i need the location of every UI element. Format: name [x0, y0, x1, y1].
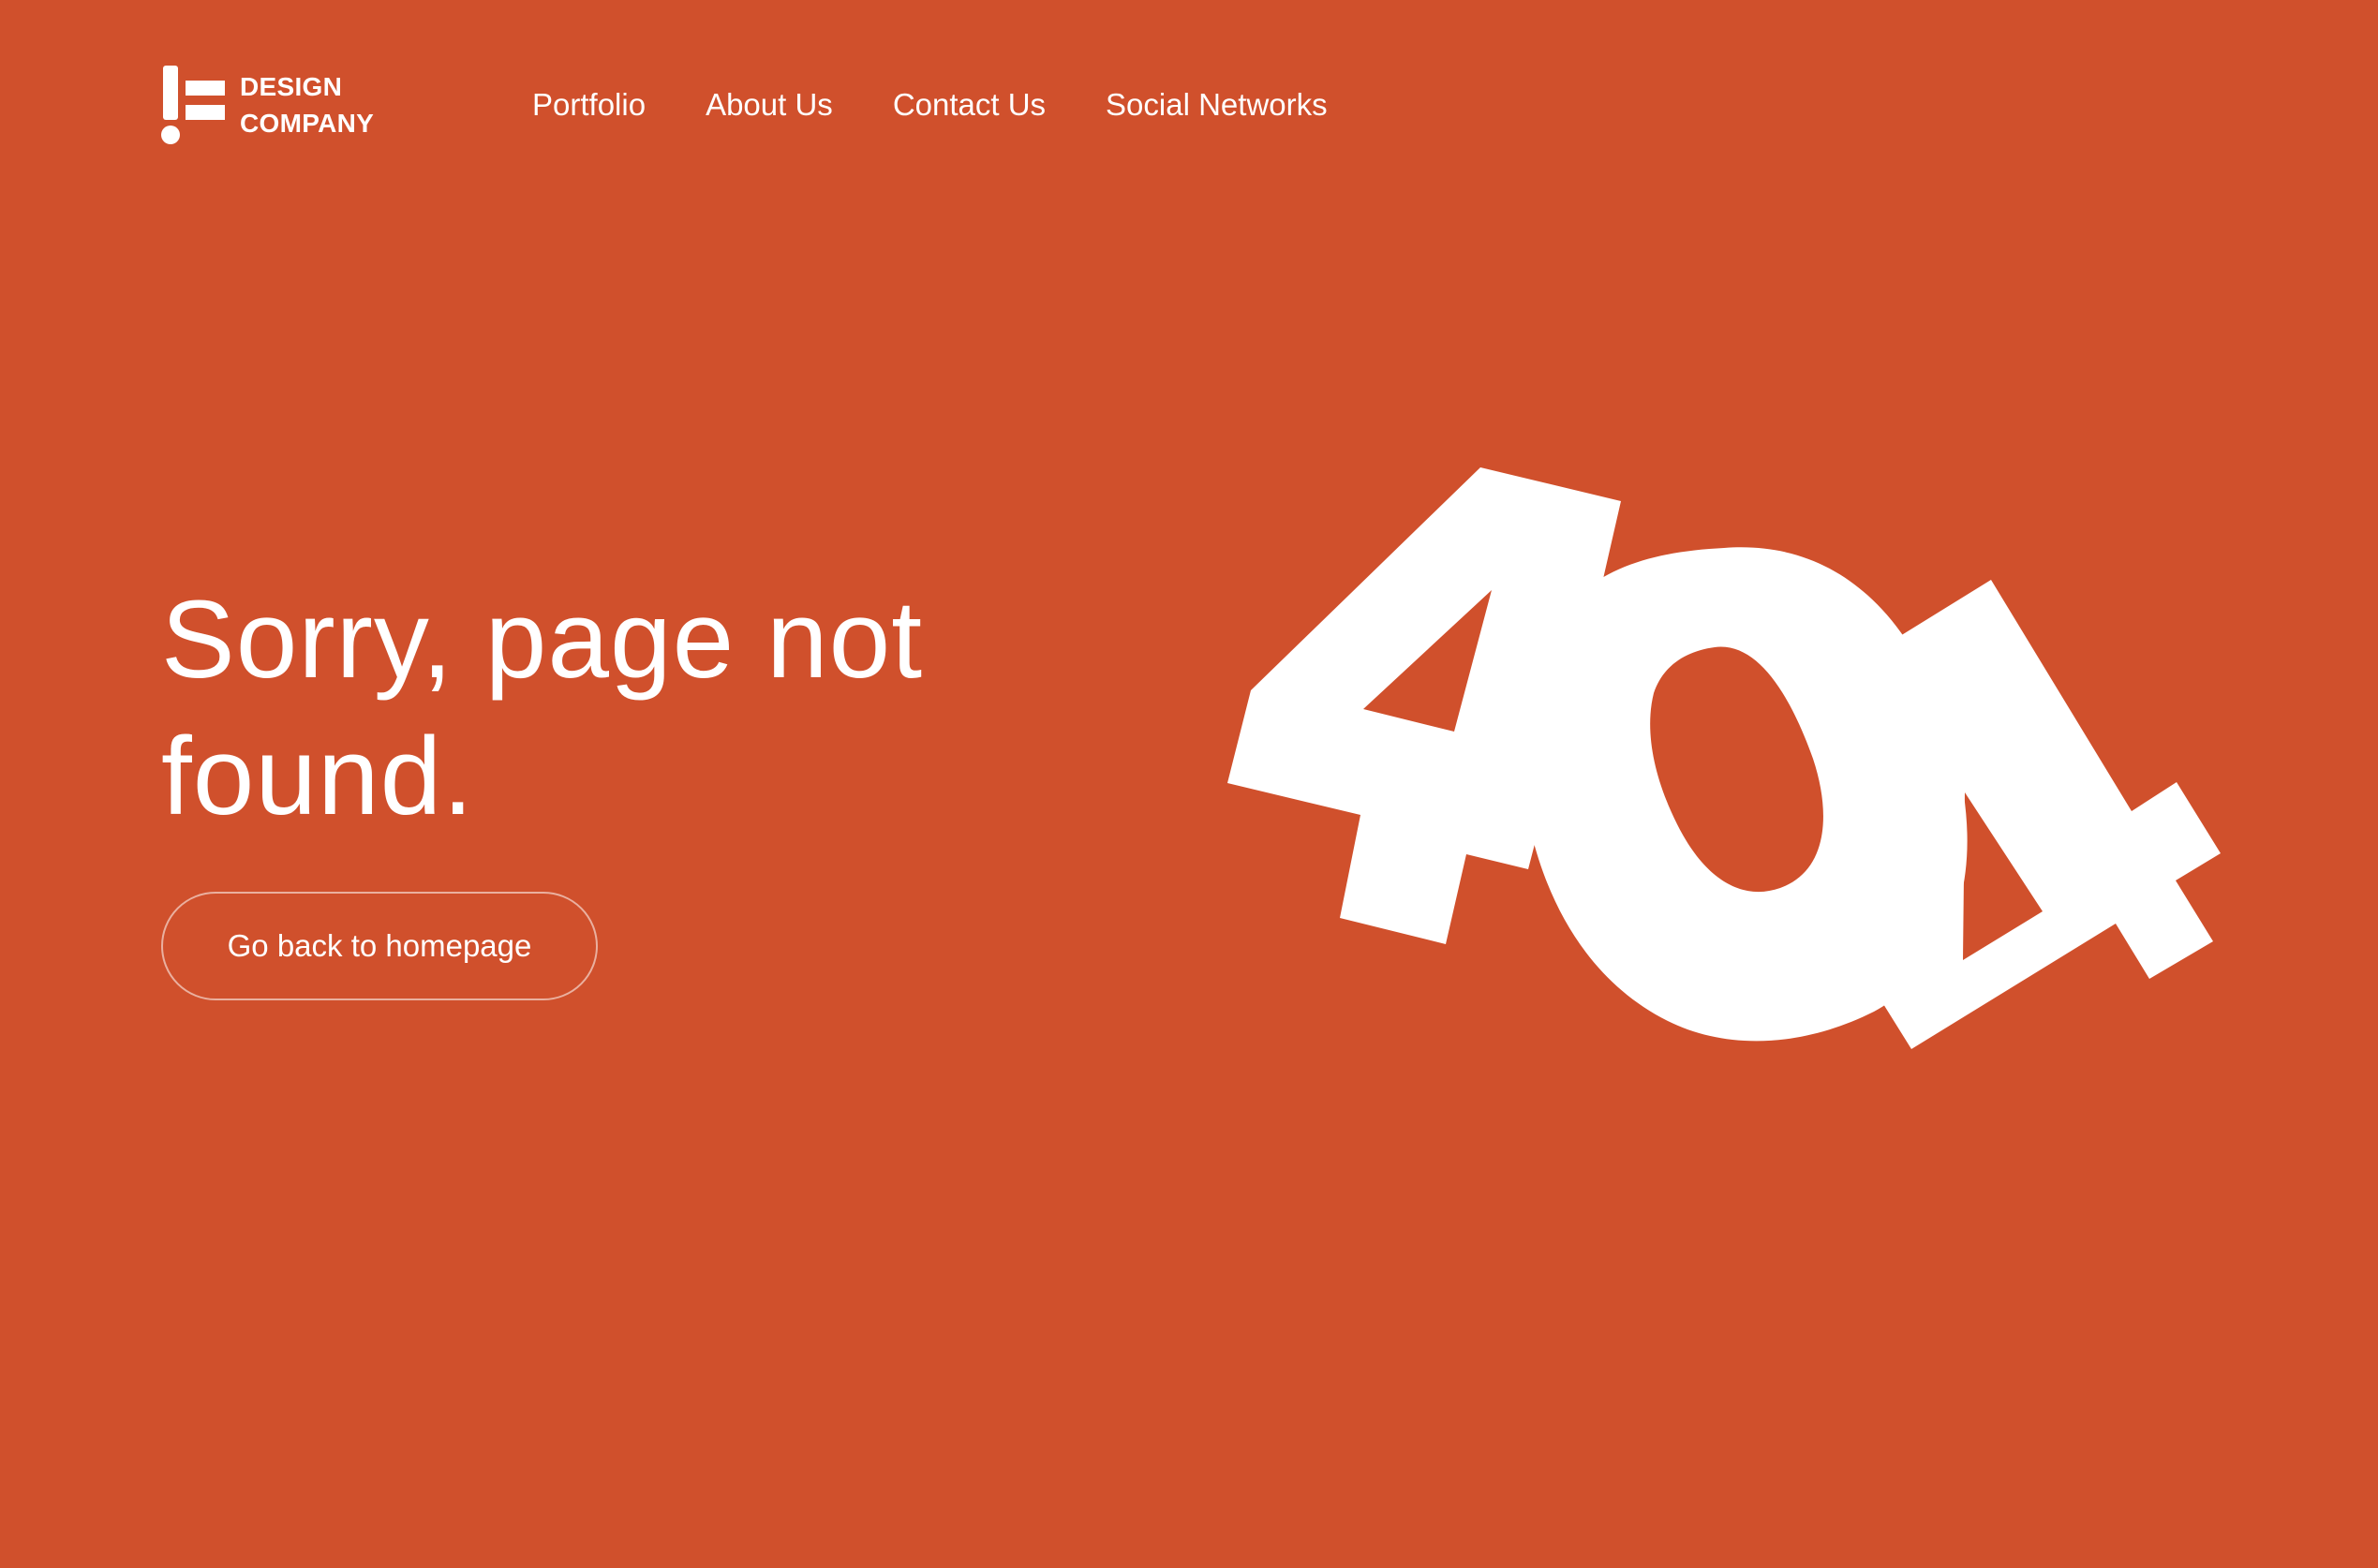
error-404-illustration: 404 [1227, 467, 2221, 1049]
main-nav: Portfolio About Us Contact Us Social Net… [532, 81, 1328, 129]
page-title: Sorry, page not found. [161, 578, 924, 838]
digit-4-right-shape [1866, 580, 2221, 1049]
brand-name: DESIGN COMPANY [240, 68, 374, 141]
error-page: DESIGN COMPANY Portfolio About Us Contac… [0, 0, 2378, 1568]
brand-logo[interactable]: DESIGN COMPANY [161, 66, 374, 144]
nav-item-social-networks[interactable]: Social Networks [1106, 81, 1328, 129]
brand-line-1: DESIGN [240, 72, 343, 101]
brand-line-2: COMPANY [240, 109, 375, 138]
logo-icon [161, 66, 225, 144]
nav-item-about-us[interactable]: About Us [706, 81, 833, 129]
go-home-button[interactable]: Go back to homepage [161, 892, 598, 1000]
nav-item-contact-us[interactable]: Contact Us [893, 81, 1046, 129]
nav-item-portfolio[interactable]: Portfolio [532, 81, 646, 129]
